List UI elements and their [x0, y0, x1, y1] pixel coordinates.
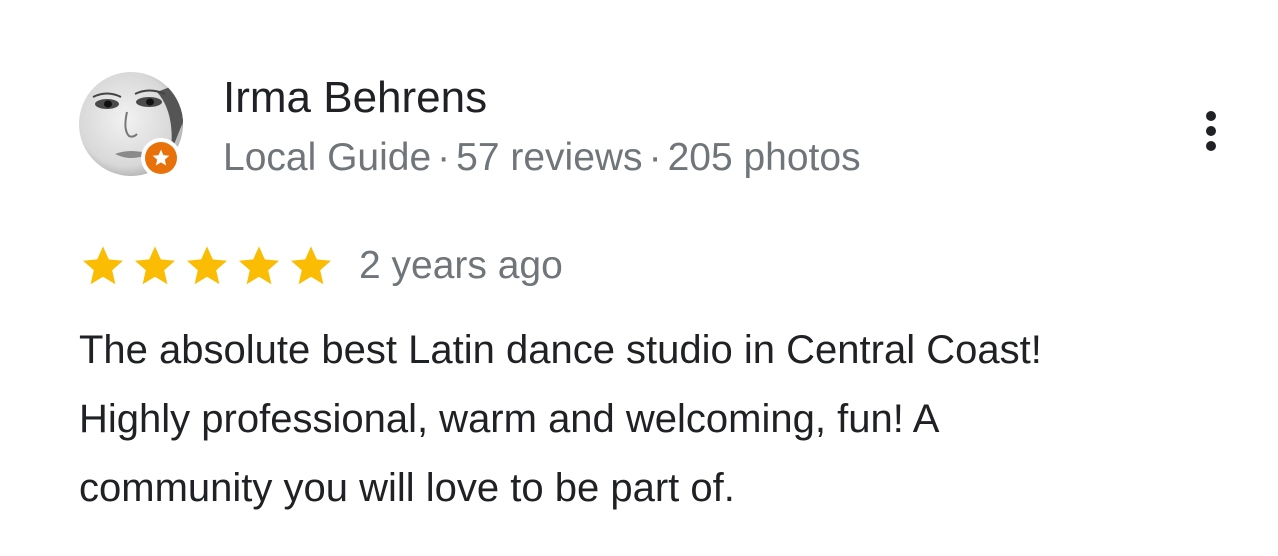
more-vert-icon-dot: [1206, 126, 1216, 136]
local-guide-star-icon: [145, 142, 177, 174]
more-vert-icon-dot: [1206, 141, 1216, 151]
star-rating: 2 years ago: [79, 240, 563, 292]
separator: ·: [648, 136, 662, 179]
star-icon: [291, 246, 331, 285]
reviewer-avatar[interactable]: [79, 72, 183, 178]
review-text-line: community you will love to be part of.: [79, 466, 735, 510]
separator: ·: [437, 136, 451, 179]
star-icon: [83, 246, 123, 285]
star-icon: [187, 246, 227, 285]
photo-count: 205 photos: [667, 136, 861, 179]
review-card: Irma Behrens Local Guide · 57 reviews · 205 …: [0, 0, 1278, 556]
star-icon: [135, 246, 175, 285]
review-text: The absolute best Latin dance studio in …: [79, 316, 1249, 523]
star-icon: [239, 246, 279, 285]
review-time: 2 years ago: [359, 244, 563, 287]
local-guide-label: Local Guide: [223, 136, 432, 179]
more-vert-icon: [1206, 111, 1216, 121]
local-guide-badge: [141, 138, 181, 178]
stars: [79, 242, 339, 290]
review-count: 57 reviews: [456, 136, 643, 179]
review-text-line: Highly professional, warm and welcoming,…: [79, 397, 940, 441]
reviewer-name[interactable]: Irma Behrens: [223, 70, 487, 126]
reviewer-meta: Local Guide · 57 reviews · 205 photos: [223, 132, 861, 184]
review-text-line: The absolute best Latin dance studio in …: [79, 328, 1042, 372]
more-options-button[interactable]: [1188, 108, 1234, 154]
